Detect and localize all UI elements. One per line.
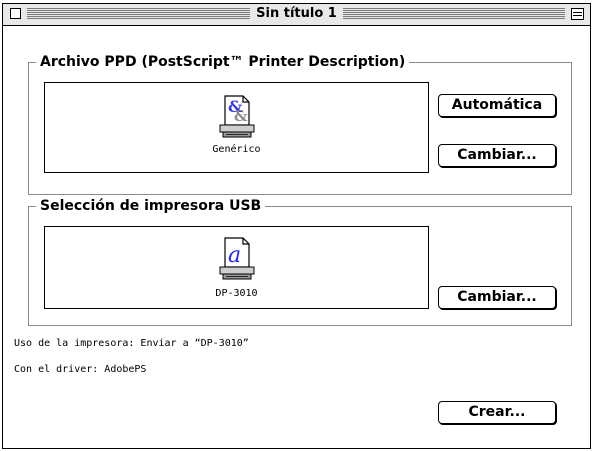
ppd-icon-label: Genérico	[212, 144, 261, 155]
generic-ppd-document-icon: & &	[219, 95, 254, 138]
title-bar[interactable]: Sin título 1	[3, 4, 590, 26]
svg-text:a: a	[228, 243, 241, 268]
ppd-change-button[interactable]: Cambiar...	[438, 144, 556, 167]
zoom-box-icon[interactable]	[571, 8, 584, 20]
window-title: Sin título 1	[250, 6, 343, 21]
close-box-icon[interactable]	[10, 8, 21, 19]
automatic-button[interactable]: Automática	[438, 94, 556, 117]
ppd-file-well[interactable]: & & Genérico	[44, 82, 429, 173]
svg-text:&: &	[234, 107, 248, 125]
ppd-group-title: Archivo PPD (PostScript™ Printer Descrip…	[36, 53, 410, 71]
printer-driver-document-icon: a	[219, 237, 254, 280]
driver-text: Con el driver: AdobePS	[14, 364, 147, 375]
printer-usage-text: Uso de la impresora: Enviar a “DP-3010”	[14, 338, 249, 349]
usb-icon-label: DP-3010	[215, 288, 258, 299]
window: Sin título 1 Archivo PPD (PostScript™ Pr…	[2, 3, 591, 449]
usb-printer-well[interactable]: a DP-3010	[44, 226, 429, 309]
usb-change-button[interactable]: Cambiar...	[438, 286, 556, 309]
create-button[interactable]: Crear...	[438, 401, 556, 424]
usb-group-title: Selección de impresora USB	[36, 197, 266, 215]
